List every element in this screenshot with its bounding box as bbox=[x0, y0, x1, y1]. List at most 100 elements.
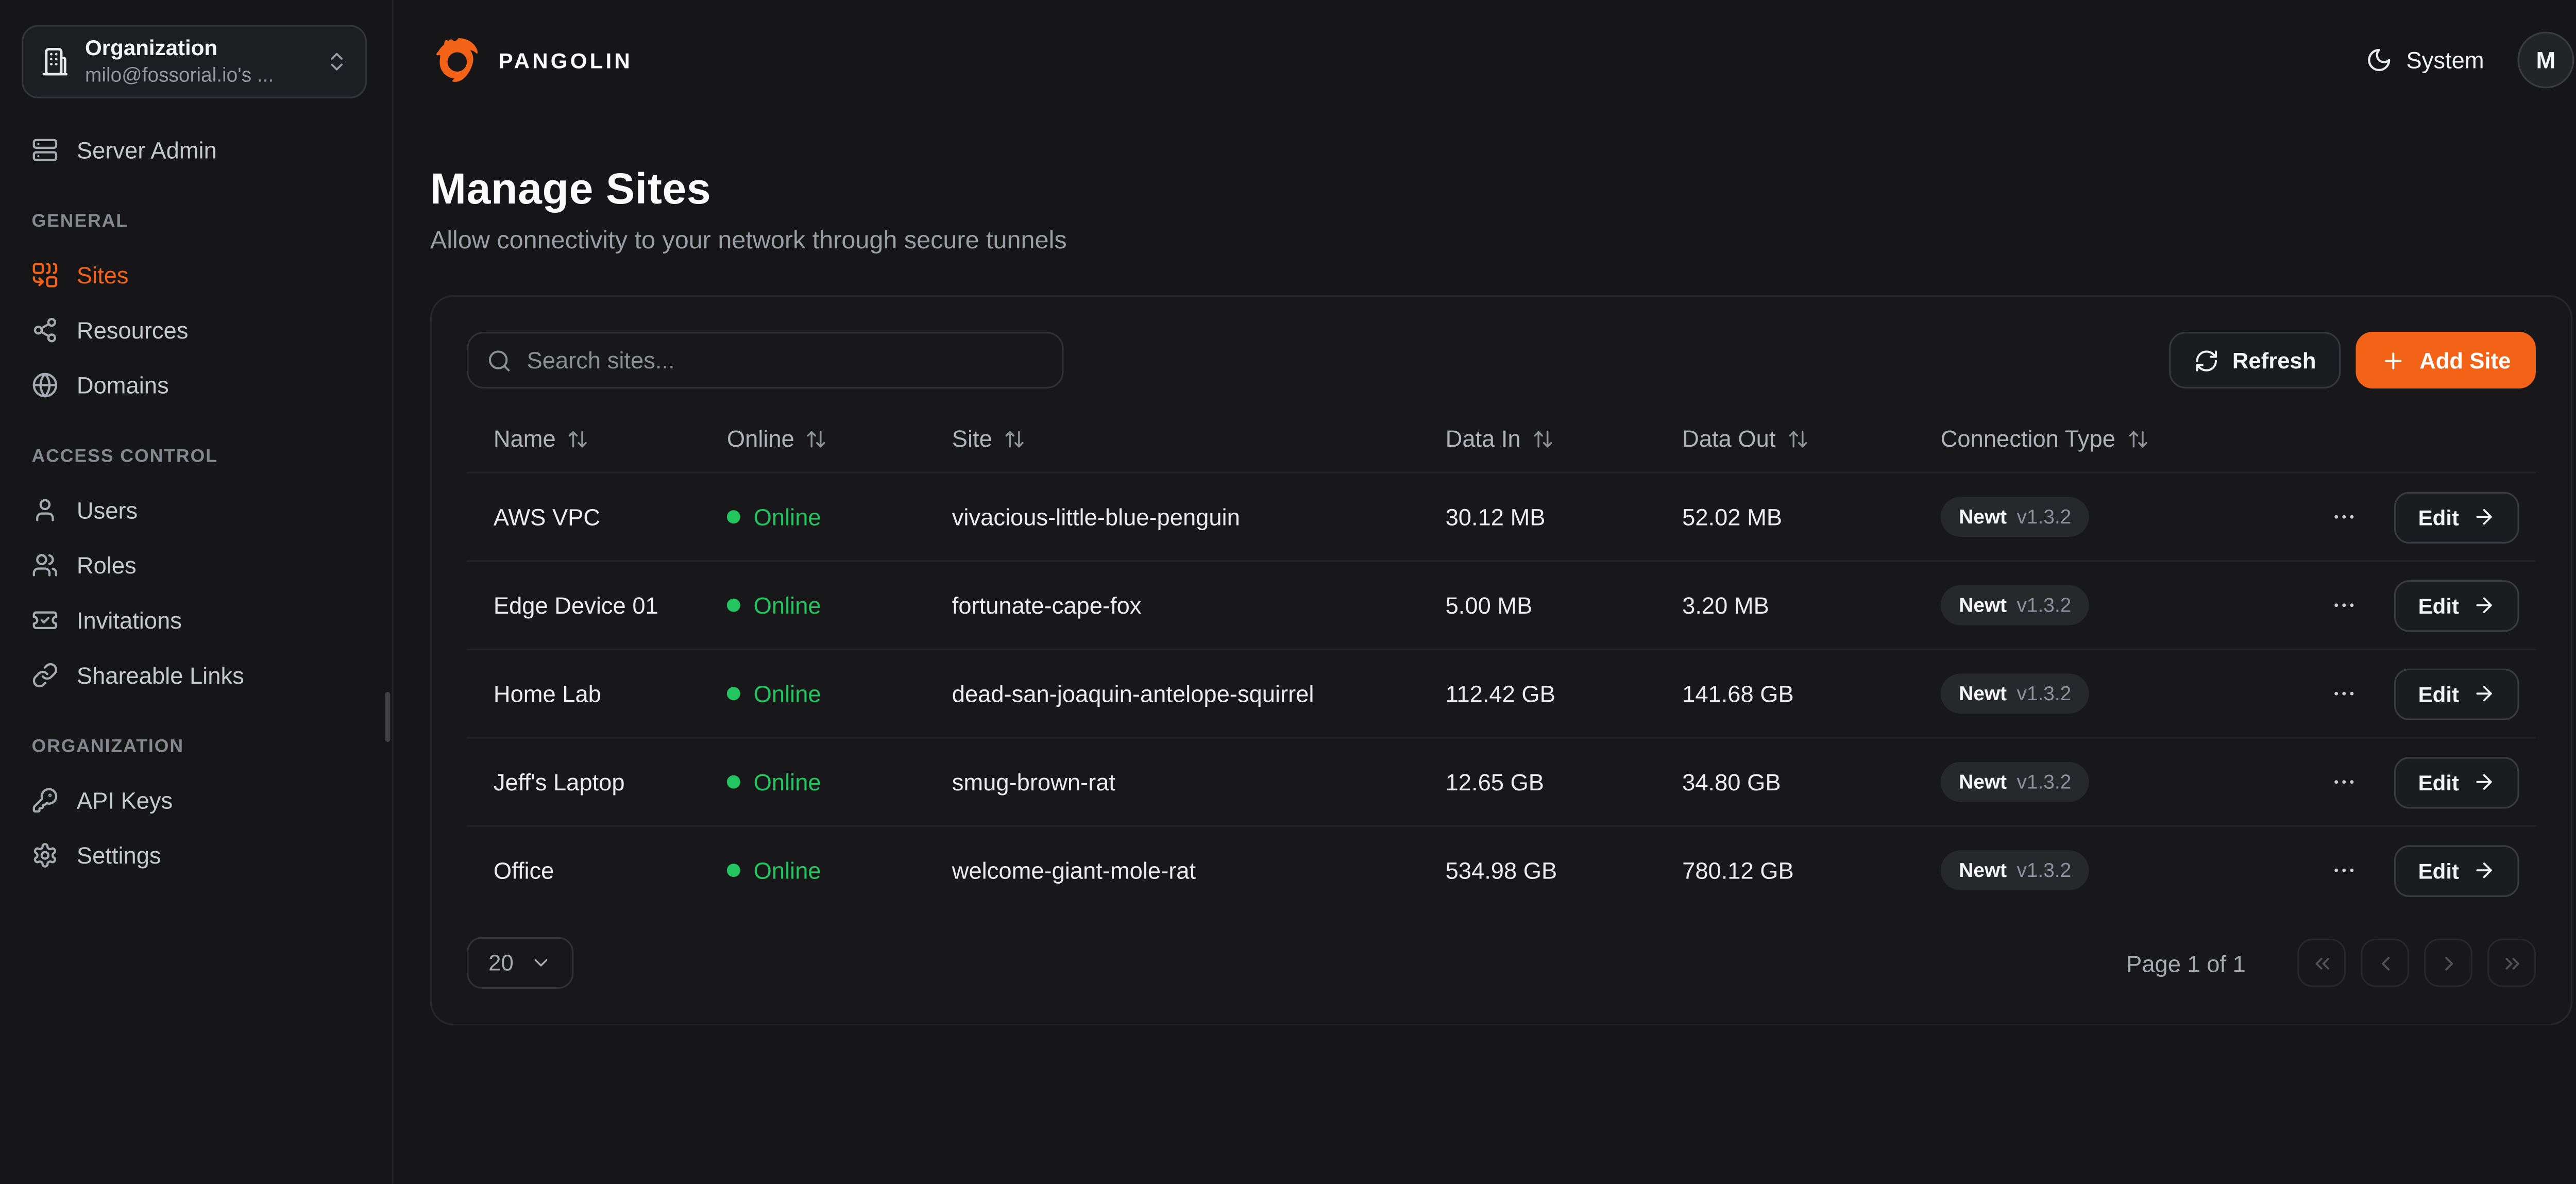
arrow-right-icon bbox=[2472, 770, 2496, 793]
sites-icon bbox=[31, 261, 58, 287]
sidebar-item-label: Invitations bbox=[77, 606, 182, 633]
site-id: fortunate-cape-fox bbox=[952, 592, 1142, 619]
row-menu-button[interactable] bbox=[2331, 680, 2358, 707]
card-toolbar: Refresh Add Site bbox=[467, 332, 2536, 388]
sidebar-nav: Server Admin GENERAL Sites Resources Dom… bbox=[22, 122, 370, 882]
building-icon bbox=[40, 47, 70, 77]
first-page-button[interactable] bbox=[2297, 939, 2346, 987]
data-out-value: 34.80 GB bbox=[1682, 769, 1781, 796]
column-header-data-out[interactable]: Data Out bbox=[1655, 425, 1914, 452]
row-menu-button[interactable] bbox=[2331, 592, 2358, 619]
topbar-right: System M bbox=[2366, 31, 2574, 88]
chevron-down-icon bbox=[530, 952, 552, 974]
sidebar-item-api-keys[interactable]: API Keys bbox=[22, 772, 370, 827]
edit-label: Edit bbox=[2418, 504, 2459, 530]
data-out-value: 3.20 MB bbox=[1682, 592, 1769, 619]
plus-icon bbox=[2381, 348, 2406, 373]
data-in-value: 30.12 MB bbox=[1446, 503, 1546, 530]
search-input[interactable] bbox=[527, 347, 1044, 374]
org-selector[interactable]: Organization milo@fossorial.io's ... bbox=[22, 25, 367, 98]
sidebar-item-roles[interactable]: Roles bbox=[22, 537, 370, 592]
connection-version: v1.3.2 bbox=[2016, 682, 2071, 705]
sidebar-item-label: Roles bbox=[77, 551, 137, 578]
online-status-dot bbox=[727, 510, 740, 523]
site-id: welcome-giant-mole-rat bbox=[952, 857, 1196, 884]
table-row: Home Lab Online dead-san-joaquin-antelop… bbox=[467, 649, 2536, 737]
sidebar-item-server-admin[interactable]: Server Admin bbox=[22, 122, 370, 177]
row-menu-button[interactable] bbox=[2331, 857, 2358, 884]
main-area: PANGOLIN System M Manage Sites Allow con… bbox=[394, 0, 2576, 1184]
sidebar-item-users[interactable]: Users bbox=[22, 482, 370, 537]
pangolin-logo-icon bbox=[433, 35, 483, 85]
theme-toggle-button[interactable]: System bbox=[2366, 47, 2484, 74]
column-header-connection-type[interactable]: Connection Type bbox=[1914, 425, 2294, 452]
globe-icon bbox=[31, 371, 58, 398]
toolbar-actions: Refresh Add Site bbox=[2169, 332, 2536, 388]
sidebar-scrollbar-thumb[interactable] bbox=[385, 692, 391, 742]
sidebar-item-label: Users bbox=[77, 496, 138, 523]
sidebar-item-shareable-links[interactable]: Shareable Links bbox=[22, 647, 370, 702]
brand-text: PANGOLIN bbox=[499, 47, 633, 73]
table-row: AWS VPC Online vivacious-little-blue-pen… bbox=[467, 472, 2536, 561]
edit-button[interactable]: Edit bbox=[2395, 580, 2519, 631]
edit-label: Edit bbox=[2418, 858, 2459, 883]
org-selector-value: milo@fossorial.io's ... bbox=[85, 63, 310, 88]
edit-button[interactable]: Edit bbox=[2395, 844, 2519, 896]
section-title-organization: ORGANIZATION bbox=[22, 722, 370, 772]
data-in-value: 12.65 GB bbox=[1446, 769, 1544, 796]
data-out-value: 780.12 GB bbox=[1682, 857, 1794, 884]
row-menu-button[interactable] bbox=[2331, 769, 2358, 796]
table-row: Jeff's Laptop Online smug-brown-rat 12.6… bbox=[467, 737, 2536, 825]
refresh-button[interactable]: Refresh bbox=[2169, 332, 2341, 388]
edit-button[interactable]: Edit bbox=[2395, 668, 2519, 719]
arrow-right-icon bbox=[2472, 859, 2496, 882]
prev-page-button[interactable] bbox=[2361, 939, 2409, 987]
topbar: PANGOLIN System M bbox=[394, 0, 2576, 120]
sidebar-item-settings[interactable]: Settings bbox=[22, 827, 370, 882]
sites-table: Name Online Site Data In Data Out Connec… bbox=[467, 405, 2536, 914]
next-page-button[interactable] bbox=[2424, 939, 2472, 987]
column-header-online[interactable]: Online bbox=[700, 425, 925, 452]
edit-button[interactable]: Edit bbox=[2395, 491, 2519, 543]
sidebar-item-label: Settings bbox=[77, 841, 161, 868]
sites-card: Refresh Add Site Name Online Site Data I… bbox=[430, 295, 2572, 1025]
page-size-select[interactable]: 20 bbox=[467, 937, 573, 989]
search-box bbox=[467, 332, 1063, 388]
arrow-right-icon bbox=[2472, 682, 2496, 705]
connection-type-badge: Newt v1.3.2 bbox=[1941, 497, 2090, 537]
row-menu-button[interactable] bbox=[2331, 503, 2358, 530]
org-selector-texts: Organization milo@fossorial.io's ... bbox=[85, 36, 310, 88]
edit-button[interactable]: Edit bbox=[2395, 756, 2519, 808]
sidebar-item-domains[interactable]: Domains bbox=[22, 357, 370, 412]
edit-label: Edit bbox=[2418, 593, 2459, 618]
online-status-text: Online bbox=[754, 680, 821, 707]
last-page-button[interactable] bbox=[2487, 939, 2536, 987]
column-header-name[interactable]: Name bbox=[467, 425, 700, 452]
column-header-data-in[interactable]: Data In bbox=[1419, 425, 1656, 452]
add-site-button[interactable]: Add Site bbox=[2356, 332, 2536, 388]
page-indicator: Page 1 of 1 bbox=[2126, 950, 2246, 976]
online-status-text: Online bbox=[754, 592, 821, 619]
add-site-label: Add Site bbox=[2419, 348, 2511, 373]
edit-label: Edit bbox=[2418, 681, 2459, 706]
avatar[interactable]: M bbox=[2517, 31, 2574, 88]
sort-icon bbox=[1004, 428, 1025, 449]
sidebar-item-label: Resources bbox=[77, 316, 189, 343]
section-title-general: GENERAL bbox=[22, 197, 370, 247]
online-status-text: Online bbox=[754, 857, 821, 884]
sidebar-item-resources[interactable]: Resources bbox=[22, 302, 370, 357]
site-name: AWS VPC bbox=[494, 503, 600, 530]
online-status-dot bbox=[727, 687, 740, 700]
arrow-right-icon bbox=[2472, 594, 2496, 617]
connection-name: Newt bbox=[1959, 859, 2007, 882]
site-name: Home Lab bbox=[494, 680, 601, 707]
site-id: dead-san-joaquin-antelope-squirrel bbox=[952, 680, 1314, 707]
sidebar-item-sites[interactable]: Sites bbox=[22, 247, 370, 302]
sidebar-item-invitations[interactable]: Invitations bbox=[22, 592, 370, 647]
table-row: Edge Device 01 Online fortunate-cape-fox… bbox=[467, 560, 2536, 649]
sidebar-item-label: Server Admin bbox=[77, 136, 217, 163]
site-name: Edge Device 01 bbox=[494, 592, 658, 619]
column-header-site[interactable]: Site bbox=[925, 425, 1419, 452]
site-id: smug-brown-rat bbox=[952, 769, 1115, 796]
sort-icon bbox=[567, 428, 589, 449]
